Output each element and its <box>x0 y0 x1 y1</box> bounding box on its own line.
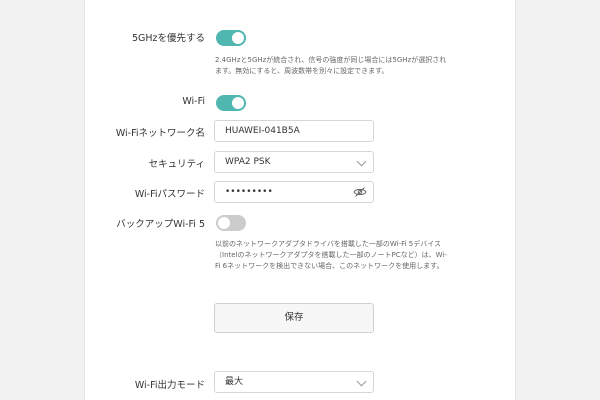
security-select[interactable]: WPA2 PSK <box>214 151 374 173</box>
security-label: セキュリティ <box>148 159 205 170</box>
password-field[interactable]: ••••••••• <box>214 181 374 203</box>
wifi-label: Wi-Fi <box>182 96 205 107</box>
prefer-5g-toggle[interactable] <box>216 30 246 46</box>
eye-slash-icon[interactable] <box>353 186 367 198</box>
wifi-toggle[interactable] <box>216 95 246 111</box>
toggle-knob <box>218 217 230 229</box>
output-mode-selected-value: 最大 <box>225 377 244 387</box>
backup-wifi5-description: 以前のネットワークアダプタドライバを搭載した一部のWi-Fi 5デバイス（Int… <box>215 240 447 270</box>
security-selected-value: WPA2 PSK <box>225 157 271 167</box>
password-label: Wi-Fiパスワード <box>134 189 205 200</box>
password-masked-value: ••••••••• <box>225 187 273 197</box>
backup-wifi5-toggle[interactable] <box>216 215 246 231</box>
settings-card: 5GHzを優先する 2.4GHzと5GHzが統合され、信号の強度が同じ場合には5… <box>84 0 516 400</box>
ssid-input[interactable] <box>214 120 374 142</box>
chevron-down-icon <box>356 156 367 167</box>
output-mode-select[interactable]: 最大 <box>214 371 374 393</box>
output-mode-label: Wi-Fi出力モード <box>134 380 205 391</box>
ssid-label: Wi-Fiネットワーク名 <box>115 128 205 139</box>
chevron-down-icon <box>356 376 367 387</box>
backup-wifi5-label: バックアップWi-Fi 5 <box>116 219 205 230</box>
save-button[interactable]: 保存 <box>214 303 374 333</box>
prefer-5g-label: 5GHzを優先する <box>131 33 205 44</box>
toggle-knob <box>232 32 244 44</box>
toggle-knob <box>232 97 244 109</box>
prefer-5g-description: 2.4GHzと5GHzが統合され、信号の強度が同じ場合には5GHzが選択されます… <box>215 56 447 75</box>
